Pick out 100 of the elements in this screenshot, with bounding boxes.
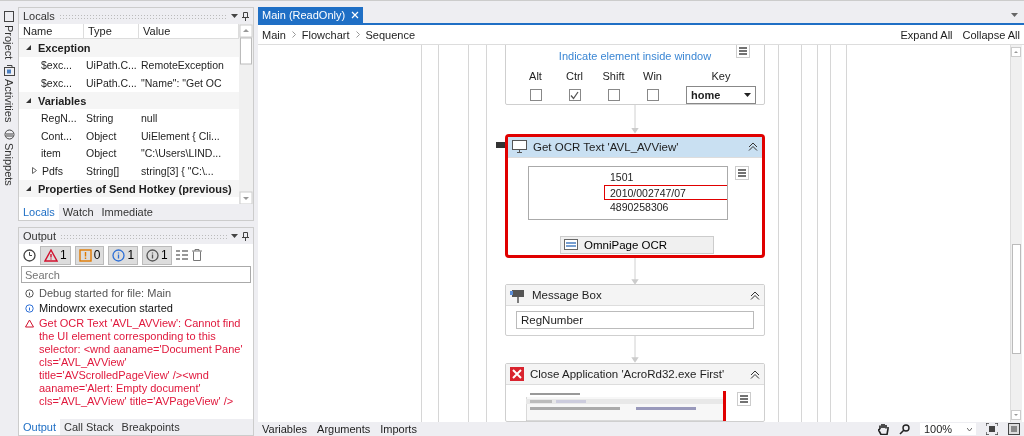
collapsed-icon[interactable] — [31, 167, 38, 175]
checkbox[interactable] — [568, 89, 581, 101]
snapshot-text: 2010/002747/07 — [604, 184, 727, 200]
toolbar-link[interactable]: Expand All — [900, 28, 953, 41]
filter-button[interactable]: 0 — [74, 245, 105, 265]
caret-icon — [744, 93, 751, 97]
panel-tab[interactable]: Breakpoints — [117, 419, 184, 435]
table-cell: RemoteException — [141, 59, 224, 72]
table-cell: string[3] { "C:\... — [141, 164, 214, 177]
warning-triangle-icon — [25, 319, 34, 328]
checkbox-label: Shift — [602, 70, 625, 82]
panel-tab[interactable]: Output — [19, 419, 61, 435]
panel-tab[interactable]: Locals — [19, 204, 59, 220]
expanded-icon[interactable] — [25, 185, 32, 193]
designer-tab[interactable]: Variables — [262, 423, 308, 435]
filter-button[interactable]: 1 — [142, 245, 172, 265]
breadcrumb-item[interactable]: Flowchart — [301, 28, 350, 41]
activity-title: Message Box — [532, 289, 602, 302]
document-tab[interactable]: Main (ReadOnly) — [258, 7, 364, 23]
designer-tab[interactable]: Imports — [380, 423, 417, 435]
group-label: Exception — [38, 41, 91, 54]
square-icon — [4, 11, 14, 22]
clock-icon[interactable] — [23, 248, 36, 262]
trash-icon[interactable] — [191, 249, 202, 261]
menu-icon[interactable] — [736, 45, 750, 58]
snapshot-text: 4890258306 — [609, 199, 670, 215]
caret-icon — [967, 427, 972, 431]
chevron-icon — [291, 31, 296, 38]
panel-title: Locals — [23, 10, 55, 22]
hand-icon[interactable] — [878, 423, 889, 435]
breadcrumb-item[interactable]: Main — [262, 28, 286, 41]
table-cell: UiPath.C... — [86, 77, 137, 89]
close-icon[interactable] — [351, 11, 360, 19]
dropdown-icon[interactable] — [1011, 13, 1018, 17]
search-icon[interactable] — [899, 423, 910, 435]
search-field[interactable]: Search — [21, 266, 251, 283]
monitor-icon — [512, 140, 527, 154]
message-field[interactable]: RegNumber — [516, 311, 754, 330]
ocr-engine-button[interactable]: OmniPage OCR — [560, 235, 714, 254]
panel-tab[interactable]: Watch — [58, 204, 98, 220]
expanded-icon[interactable] — [25, 44, 32, 52]
mailbox-icon — [510, 287, 526, 303]
pin-icon[interactable] — [242, 231, 249, 241]
table-cell: Object — [86, 147, 117, 160]
panel-tab[interactable]: Call Stack — [60, 419, 118, 435]
key-dropdown[interactable]: home — [686, 86, 756, 104]
info-icon — [25, 304, 34, 313]
designer-tab[interactable]: Arguments — [317, 423, 371, 435]
close-icon — [510, 367, 524, 381]
checkbox[interactable] — [646, 89, 659, 101]
checkbox[interactable] — [529, 89, 542, 101]
menu-icon[interactable] — [737, 392, 751, 406]
side-tab[interactable]: Snippets — [3, 128, 15, 186]
table-cell: null — [141, 112, 158, 125]
overview-icon[interactable] — [1008, 423, 1020, 435]
checkbox[interactable] — [607, 89, 620, 101]
table-cell: "C:\Users\LIND... — [141, 147, 222, 160]
collapse-icon[interactable] — [748, 142, 758, 152]
table-cell: "Name": "Get OC — [141, 77, 222, 89]
exclamation-icon — [78, 248, 92, 262]
table-cell: $exc... — [41, 77, 72, 89]
zoom-dropdown[interactable]: 100% — [920, 423, 976, 435]
window-icon — [564, 239, 578, 251]
filter-button[interactable]: 1 — [108, 245, 139, 265]
collapse-icon[interactable] — [750, 290, 760, 300]
group-label: Variables — [38, 94, 87, 107]
log-message: Mindowrx execution started — [39, 302, 173, 315]
table-cell: UiElement { Cli... — [141, 129, 220, 142]
dropdown-icon[interactable] — [231, 234, 238, 238]
scroll-thumb[interactable] — [1012, 244, 1021, 354]
fit-screen-icon[interactable] — [986, 423, 998, 435]
side-tab[interactable]: Activities — [3, 65, 15, 123]
panel-title: Output — [23, 230, 57, 242]
activity-title: Get OCR Text 'AVL_AVView' — [533, 140, 679, 153]
checkbox-label: Alt — [529, 70, 542, 82]
panel-tab[interactable]: Immediate — [97, 204, 157, 220]
table-cell: String — [86, 112, 114, 125]
indicate-link[interactable]: Indicate element inside window — [558, 50, 712, 62]
list-icon[interactable] — [175, 250, 188, 260]
log-message: Get OCR Text 'AVL_AVView': Cannot find the UI element corresponding to this selector: <wnd aaname='Document Pane' cls='AVL_AVView' title='AVScrolledPageView' /><wnd aaname='Alert: Empty document' cls='AVL_AVView' title='AVPageView' /> — [39, 317, 244, 408]
menu-icon[interactable] — [735, 165, 749, 180]
collapse-icon[interactable] — [750, 369, 760, 379]
filter-button[interactable]: 1 — [40, 245, 71, 265]
chevron-icon — [355, 31, 360, 38]
info-icon — [146, 248, 160, 262]
pin-icon[interactable] — [242, 11, 249, 21]
toolbar-link[interactable]: Collapse All — [962, 28, 1020, 41]
breadcrumb-item[interactable]: Sequence — [365, 28, 416, 41]
group-label: Properties of Send Hotkey (previous) — [38, 182, 232, 195]
expanded-icon[interactable] — [25, 97, 32, 105]
activity-title: Close Application 'AcroRd32.exe First' — [530, 368, 725, 380]
dropdown-icon[interactable] — [231, 14, 238, 18]
table-cell: item — [41, 147, 61, 160]
table-cell: String[] — [86, 164, 120, 177]
log-message: Debug started for file: Main — [39, 287, 172, 300]
table-cell: Object — [86, 129, 117, 142]
toolbox-icon — [3, 65, 15, 77]
snapshot-text: 1501 — [609, 169, 635, 185]
side-tab[interactable]: Project — [3, 11, 15, 60]
info-icon — [25, 289, 34, 298]
